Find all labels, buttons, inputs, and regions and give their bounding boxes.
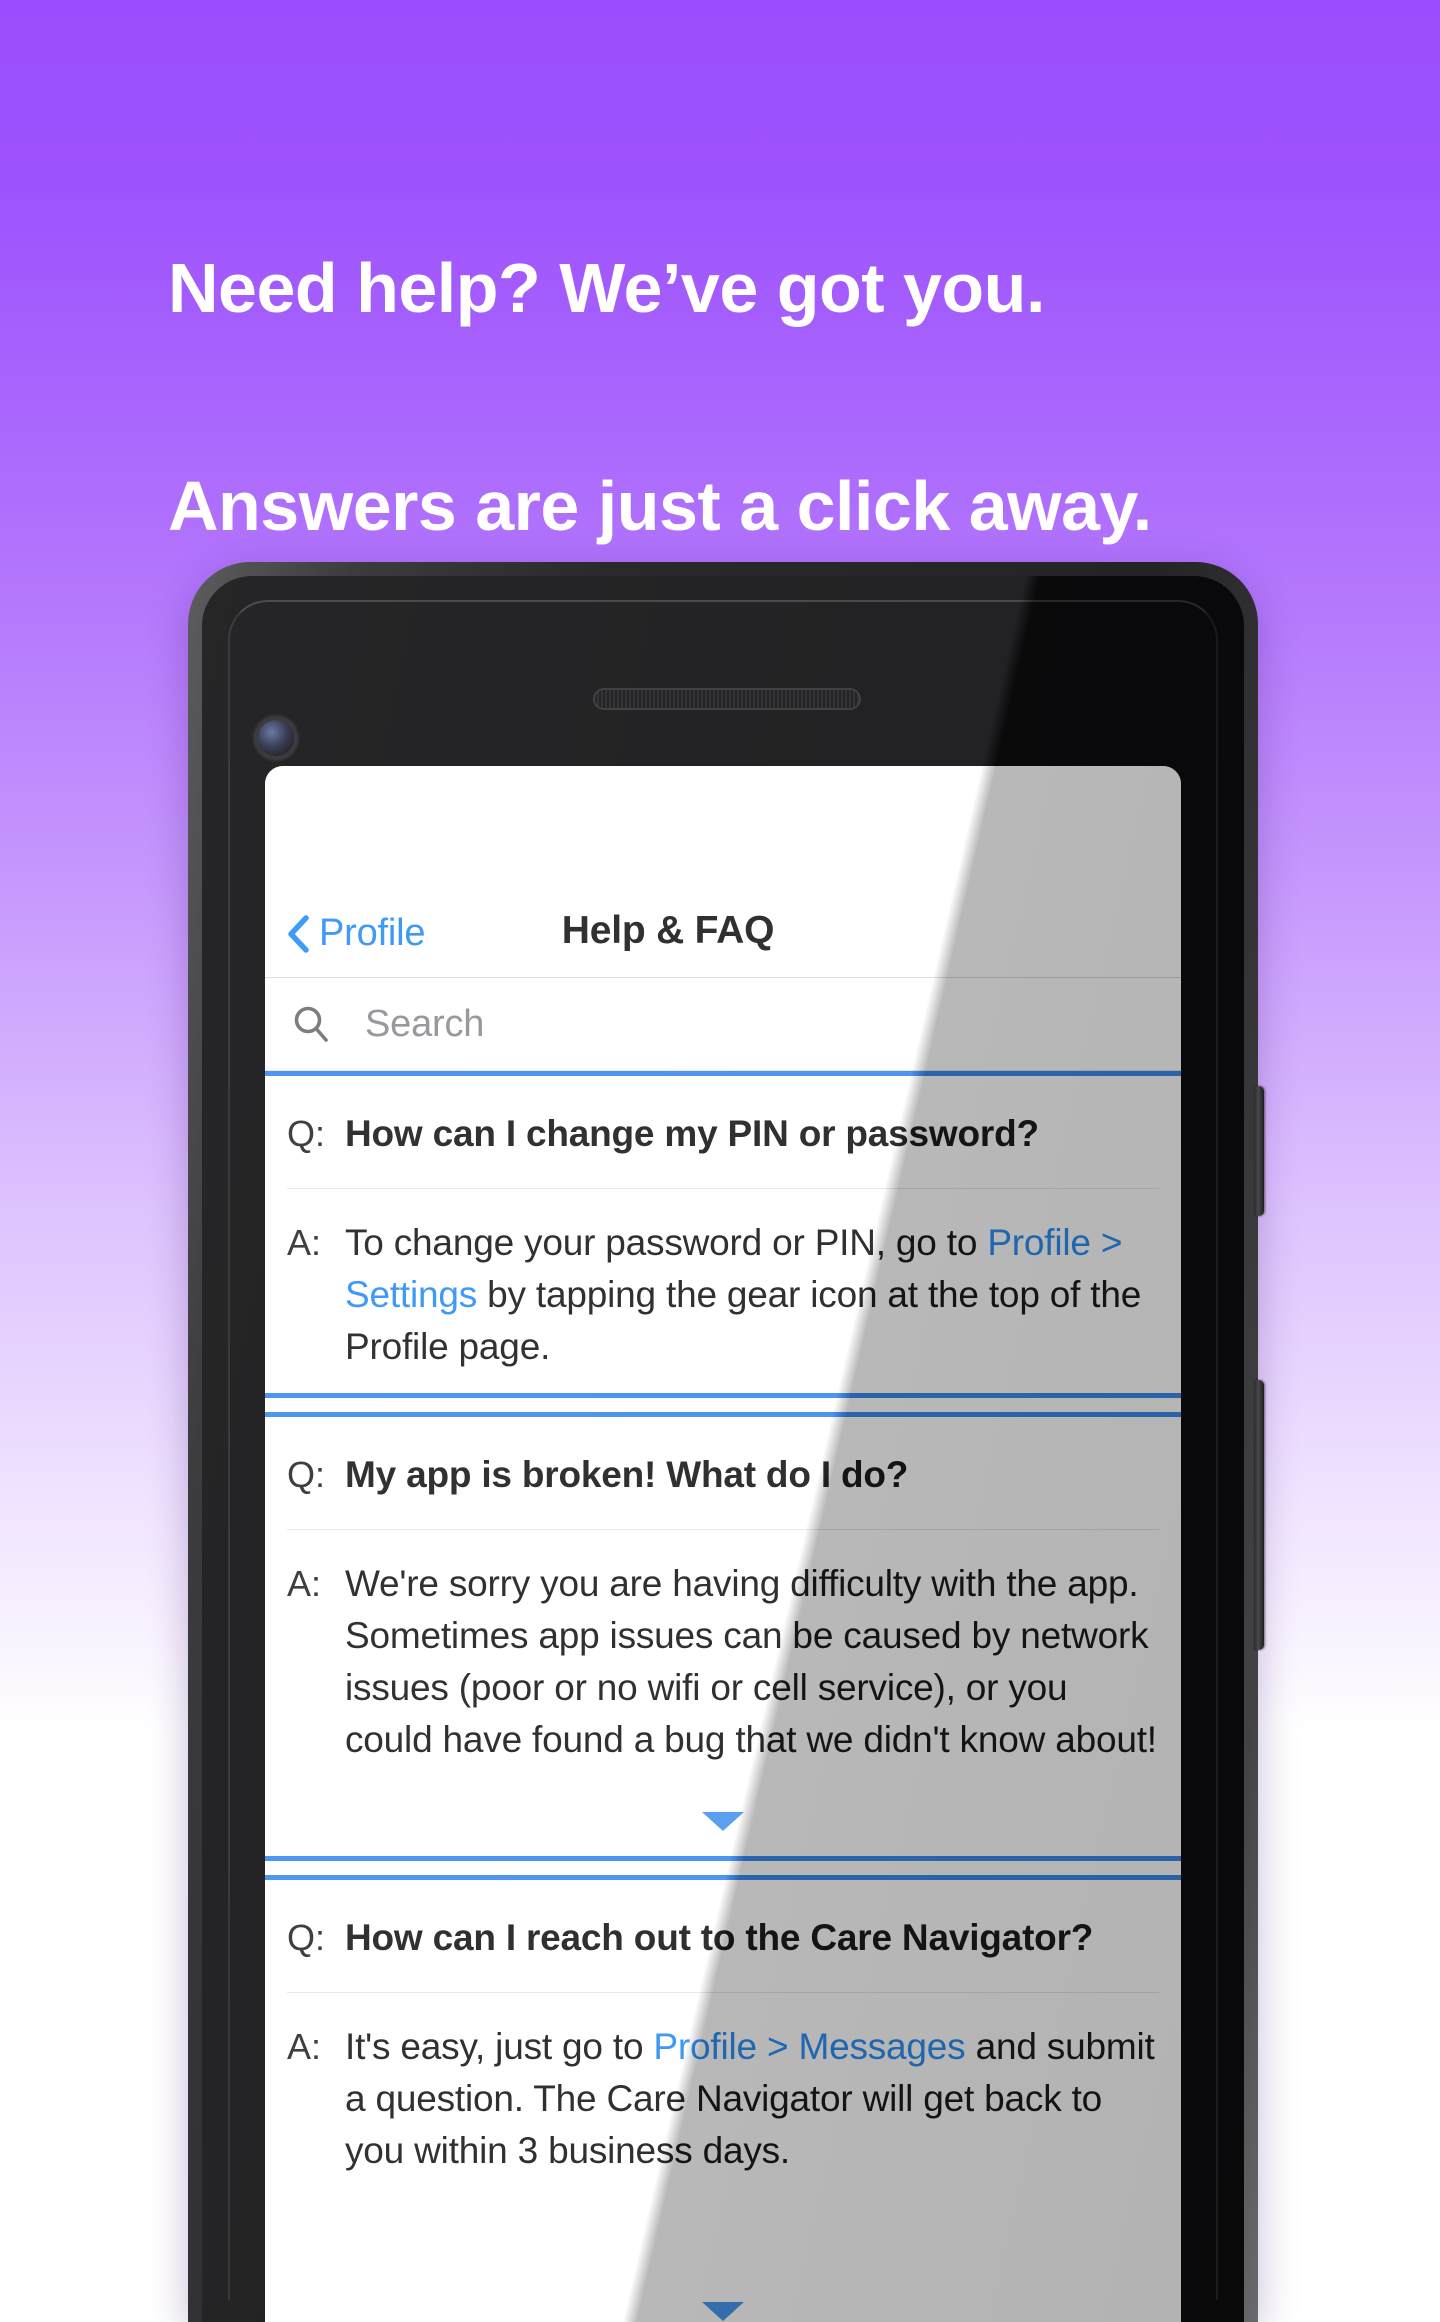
power-button[interactable]: [1254, 1086, 1264, 1216]
faq-question-text: How can I reach out to the Care Navigato…: [345, 1917, 1094, 1958]
app-screen: Profile Help & FAQ Search Q: How can I ch…: [265, 766, 1181, 2322]
faq-answer-key: A:: [287, 1563, 322, 1604]
faq-question-row: Q: My app is broken! What do I do?: [287, 1417, 1159, 1530]
faq-card-inner: Q: How can I reach out to the Care Naviga…: [265, 1880, 1181, 2322]
faq-answer-key: A:: [287, 2026, 322, 2067]
faq-answer-link[interactable]: Profile > Messages: [653, 2026, 965, 2067]
earpiece-speaker-icon: [593, 688, 861, 710]
faq-expand-button[interactable]: [287, 1786, 1159, 1856]
faq-list: Q: How can I change my PIN or password? A:…: [265, 1071, 1181, 2322]
headline-line-1: Need help? We’ve got you.: [168, 249, 1045, 327]
faq-question-row: Q: How can I reach out to the Care Naviga…: [287, 1880, 1159, 1993]
faq-question-text: My app is broken! What do I do?: [345, 1454, 909, 1495]
faq-card-inner: Q: My app is broken! What do I do? A: We're…: [265, 1417, 1181, 1856]
chevron-down-icon: [702, 2302, 744, 2321]
phone-screen-glass: Profile Help & FAQ Search Q: How can I ch…: [202, 576, 1244, 2322]
faq-answer-span: It's easy, just go to: [345, 2026, 654, 2067]
faq-answer-row: A: It's easy, just go to Profile > Messag…: [287, 1993, 1159, 2197]
page-title: Help & FAQ: [561, 909, 775, 952]
faq-expand-button[interactable]: [287, 2197, 1159, 2322]
faq-card-inner: Q: How can I change my PIN or password? A:…: [265, 1076, 1181, 1393]
headline-line-2: Answers are just a click away.: [168, 467, 1152, 545]
phone-mockup: Profile Help & FAQ Search Q: How can I ch…: [188, 562, 1264, 2322]
search-input[interactable]: Search: [265, 978, 1181, 1071]
search-placeholder: Search: [365, 1002, 485, 1045]
faq-answer-key: A:: [287, 1222, 322, 1263]
faq-question-row: Q: How can I change my PIN or password?: [287, 1076, 1159, 1189]
faq-card[interactable]: Q: How can I change my PIN or password? A:…: [265, 1071, 1181, 1398]
faq-card[interactable]: Q: How can I reach out to the Care Naviga…: [265, 1875, 1181, 2322]
faq-answer-text: It's easy, just go to Profile > Messages…: [345, 2021, 1159, 2177]
faq-answer-span: To change your password or PIN, go to: [345, 1222, 988, 1263]
faq-question-text: How can I change my PIN or password?: [345, 1113, 1039, 1154]
faq-answer-row: A: We're sorry you are having difficulty …: [287, 1530, 1159, 1786]
chevron-down-icon: [702, 1811, 744, 1831]
volume-button[interactable]: [1254, 1380, 1264, 1650]
faq-answer-span: We're sorry you are having difficulty wi…: [345, 1563, 1157, 1760]
faq-card[interactable]: Q: My app is broken! What do I do? A: We're…: [265, 1412, 1181, 1861]
search-icon: [294, 1006, 328, 1042]
faq-question-key: Q:: [287, 1454, 326, 1495]
faq-answer-text: We're sorry you are having difficulty wi…: [345, 1558, 1159, 1766]
faq-answer-row: A: To change your password or PIN, go to …: [287, 1189, 1159, 1393]
faq-question-key: Q:: [287, 1917, 326, 1958]
faq-answer-text: To change your password or PIN, go to Pr…: [345, 1217, 1159, 1373]
navigation-bar: Profile Help & FAQ: [265, 766, 1181, 978]
front-camera-icon: [258, 720, 294, 756]
faq-question-key: Q:: [287, 1113, 326, 1154]
